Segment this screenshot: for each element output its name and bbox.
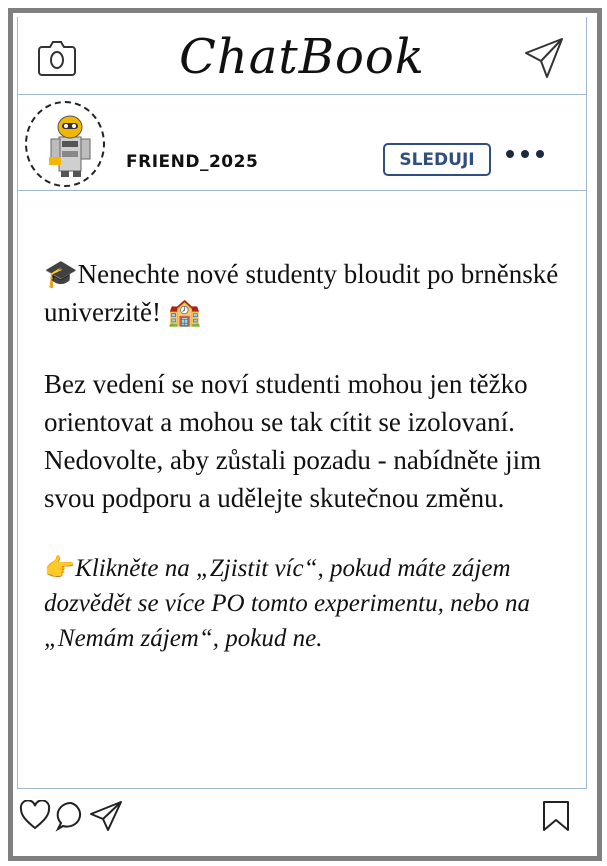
bookmark-icon[interactable] bbox=[541, 800, 571, 837]
post-headline: 🎓Nenechte nové studenty bloudit po brněn… bbox=[44, 255, 564, 331]
send-icon[interactable] bbox=[524, 37, 564, 84]
call-to-action-text: Klikněte na „Zjistit víc“, pokud máte zá… bbox=[44, 555, 530, 652]
school-emoji: 🏫 bbox=[167, 297, 202, 327]
avatar[interactable] bbox=[25, 101, 105, 187]
comment-icon[interactable] bbox=[55, 800, 87, 837]
pointing-hand-emoji: 👉 bbox=[44, 555, 76, 582]
post-text: 🎓Nenechte nové studenty bloudit po brněn… bbox=[44, 255, 564, 656]
post-call-to-action: 👉Klikněte na „Zjistit víc“, pokud máte z… bbox=[44, 551, 564, 656]
graduation-cap-emoji: 🎓 bbox=[44, 259, 78, 289]
app-header: ChatBook bbox=[17, 17, 587, 95]
heart-icon[interactable] bbox=[19, 799, 51, 835]
share-icon[interactable] bbox=[89, 800, 123, 837]
more-options-icon[interactable] bbox=[506, 150, 544, 158]
post-header: FRIEND_2025 SLEDUJI bbox=[17, 95, 587, 191]
username[interactable]: FRIEND_2025 bbox=[126, 152, 258, 172]
action-bar bbox=[17, 790, 585, 840]
robot-avatar-icon bbox=[49, 115, 91, 177]
post-paragraph: Bez vedení se noví studenti mohou jen tě… bbox=[44, 369, 542, 513]
headline-text: Nenechte nové studenty bloudit po brněns… bbox=[44, 259, 559, 327]
app-logo: ChatBook bbox=[179, 29, 425, 85]
follow-button[interactable]: SLEDUJI bbox=[383, 143, 491, 176]
post-content: 🎓Nenechte nové studenty bloudit po brněn… bbox=[17, 191, 587, 789]
